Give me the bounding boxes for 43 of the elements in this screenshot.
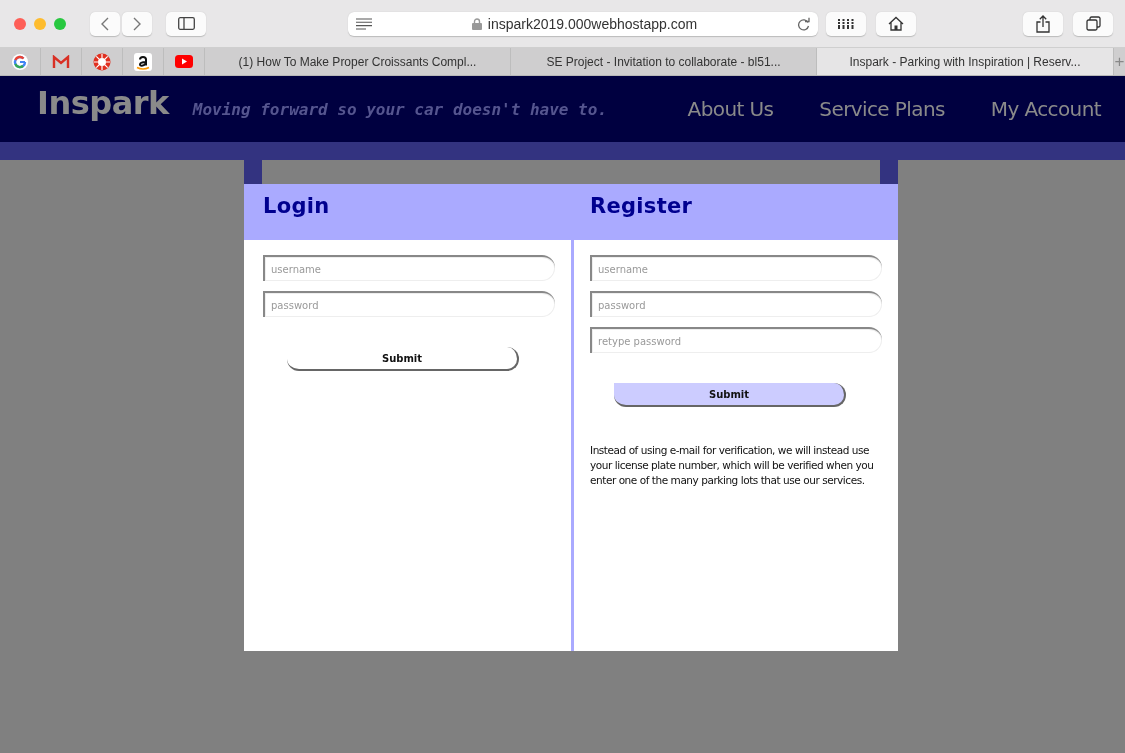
site-logo[interactable]: Inspark xyxy=(37,84,169,122)
section-title: Login xyxy=(262,193,331,220)
tab-overview-button[interactable] xyxy=(1073,11,1113,36)
home-icon xyxy=(888,16,904,31)
nav-link[interactable]: Service Plans xyxy=(819,97,945,121)
tagline: Moving forward so your car doesn't have to. xyxy=(192,99,607,119)
address-bar[interactable]: inspark2019.000webhostapp.com xyxy=(348,11,818,36)
amazon-icon xyxy=(134,52,152,71)
info-text: Instead of using e-mail for verification, we will instead use your license plate number, which will be verified when you enter one of the many parking lots that use our services. xyxy=(590,443,875,488)
reload-icon xyxy=(797,16,810,31)
url-text: inspark2019.000webhostapp.com xyxy=(487,15,698,32)
forward-button[interactable] xyxy=(122,11,152,36)
section-title: Register xyxy=(589,193,694,220)
grid-icon xyxy=(838,18,854,29)
google-icon xyxy=(12,53,28,70)
tabs-icon xyxy=(1085,16,1101,31)
sidebar-button[interactable] xyxy=(166,11,206,36)
input-field[interactable]: password xyxy=(263,291,555,317)
browser-tab[interactable]: (1) How To Make Proper Croissants Compl... xyxy=(205,48,511,75)
submit-button[interactable]: Submit xyxy=(614,383,846,407)
chevron-left-icon xyxy=(101,16,109,31)
window-control-button[interactable] xyxy=(14,17,26,30)
submit-button[interactable]: Submit xyxy=(287,347,519,371)
back-button[interactable] xyxy=(90,11,120,36)
top-sites-button[interactable] xyxy=(826,11,866,36)
nav-link[interactable]: About Us xyxy=(687,97,774,121)
sidebar-icon xyxy=(177,17,195,30)
mail-icon xyxy=(52,54,70,69)
video-icon xyxy=(175,55,193,68)
input-field[interactable]: password xyxy=(590,291,882,317)
input-field[interactable]: username xyxy=(263,255,555,281)
sun-icon xyxy=(93,52,111,71)
nav-link[interactable]: My Account xyxy=(990,97,1101,121)
lock-icon xyxy=(471,17,482,30)
share-button[interactable] xyxy=(1023,11,1063,36)
reader-icon xyxy=(356,17,372,30)
home-button[interactable] xyxy=(876,11,916,36)
browser-tab[interactable]: Inspark - Parking with Inspiration | Reserv... xyxy=(817,48,1114,75)
window-control-button[interactable] xyxy=(54,17,66,30)
chevron-right-icon xyxy=(133,16,141,31)
input-field[interactable]: retype password xyxy=(590,327,882,353)
share-icon xyxy=(1036,14,1050,33)
input-field[interactable]: username xyxy=(590,255,882,281)
